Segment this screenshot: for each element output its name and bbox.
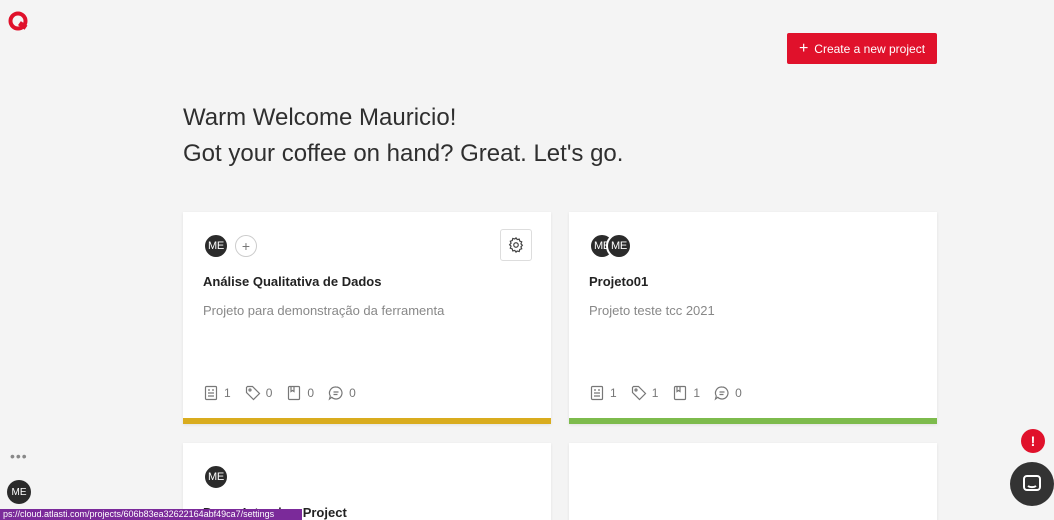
comments-stat: 0: [328, 385, 356, 401]
documents-stat: 1: [203, 385, 231, 401]
tag-icon: [245, 385, 261, 401]
project-title[interactable]: Análise Qualitativa de Dados: [203, 274, 381, 289]
member-avatar: ME: [203, 464, 229, 490]
tag-icon: [631, 385, 647, 401]
chat-support-button[interactable]: [1010, 462, 1054, 506]
more-options-icon[interactable]: •••: [10, 448, 28, 464]
project-description: Projeto teste tcc 2021: [589, 303, 715, 318]
plus-icon: +: [798, 39, 809, 57]
project-color-bar: [569, 418, 937, 424]
project-members: ME ME: [589, 233, 632, 259]
welcome-heading: Warm Welcome Mauricio! Got your coffee o…: [183, 100, 623, 172]
tags-stat: 0: [245, 385, 272, 401]
project-stats: 1 0 0 0: [203, 385, 356, 401]
comment-icon: [714, 386, 729, 401]
project-card[interactable]: ME + Análise Qualitativa de Dados Projet…: [183, 212, 551, 424]
gear-icon: [508, 236, 524, 254]
highlights-stat: 0: [286, 385, 314, 401]
project-card-placeholder: [569, 443, 937, 520]
alert-badge[interactable]: !: [1021, 429, 1045, 453]
comments-stat: 0: [714, 385, 742, 401]
atlas-logo-icon[interactable]: [7, 10, 29, 32]
document-icon: [204, 385, 218, 401]
create-project-label: Create a new project: [814, 41, 926, 56]
add-member-button[interactable]: +: [235, 235, 257, 257]
link-status-bar: ps://cloud.atlasti.com/projects/606b83ea…: [0, 509, 302, 520]
project-stats: 1 1 1 0: [589, 385, 742, 401]
project-description: Projeto para demonstração da ferramenta: [203, 303, 445, 318]
project-color-bar: [183, 418, 551, 424]
bookmark-icon: [674, 385, 687, 401]
project-card[interactable]: ME ME Projeto01 Projeto teste tcc 2021 1…: [569, 212, 937, 424]
create-project-button[interactable]: + Create a new project: [787, 33, 937, 64]
comment-icon: [328, 386, 343, 401]
project-settings-button[interactable]: [500, 229, 532, 261]
member-avatar: ME: [606, 233, 632, 259]
welcome-line-1: Warm Welcome Mauricio!: [183, 104, 457, 131]
project-members: ME +: [203, 233, 257, 259]
user-avatar[interactable]: ME: [7, 480, 31, 504]
documents-stat: 1: [589, 385, 617, 401]
bookmark-icon: [288, 385, 301, 401]
welcome-line-2: Got your coffee on hand? Great. Let's go…: [183, 140, 624, 167]
chat-icon: [1023, 475, 1041, 491]
project-members: ME: [203, 464, 229, 490]
tags-stat: 1: [631, 385, 658, 401]
member-avatar: ME: [203, 233, 229, 259]
project-title[interactable]: Projeto01: [589, 274, 648, 289]
document-icon: [590, 385, 604, 401]
highlights-stat: 1: [672, 385, 700, 401]
